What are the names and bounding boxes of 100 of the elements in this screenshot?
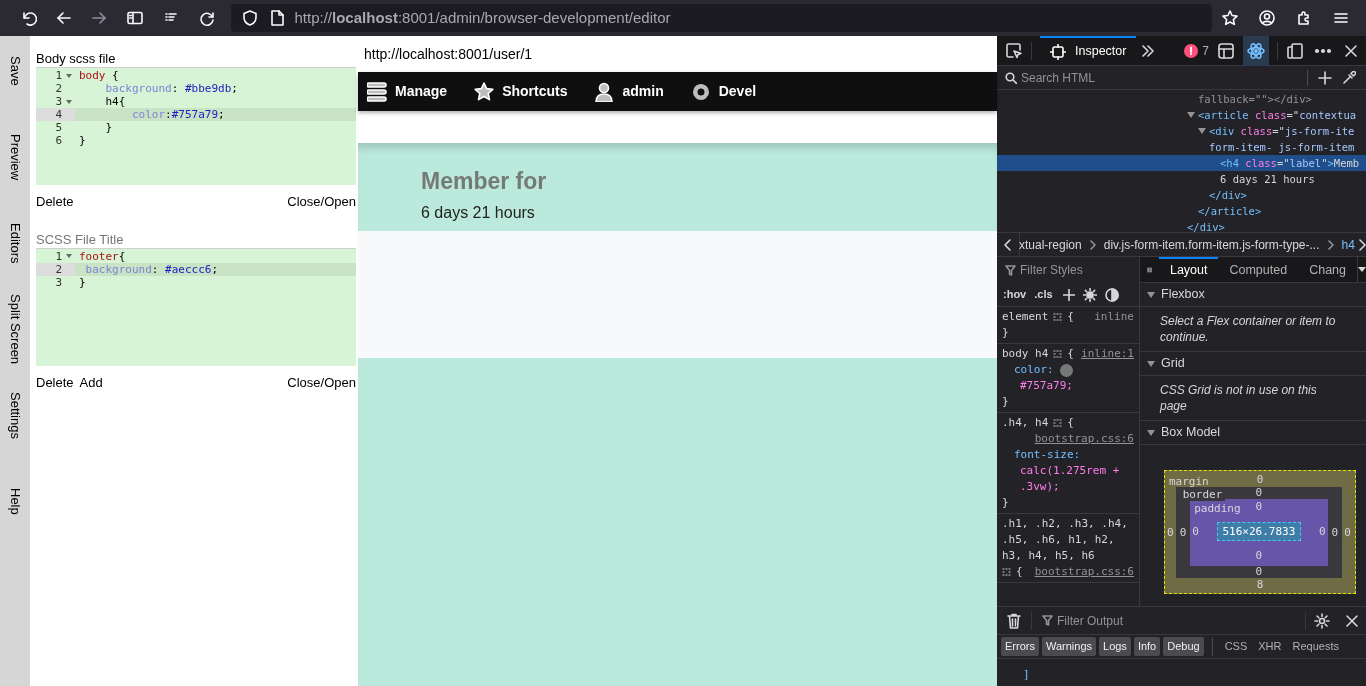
add-rule-icon[interactable] <box>1062 288 1075 301</box>
pseudo-class-toggle[interactable]: .cls <box>1034 286 1053 303</box>
code-editor[interactable]: 1 body { 2 background: #bbe9db; 3 h4{ 4 color:#757a79; 5 } 6 } <box>36 68 356 185</box>
markup-line[interactable]: fallback=""></div> <box>1198 91 1312 107</box>
source-link[interactable]: bootstrap.css:6 <box>1034 431 1134 447</box>
brace: { <box>1067 309 1074 325</box>
action-link[interactable]: Delete <box>36 372 74 392</box>
atom-button[interactable] <box>1243 36 1269 66</box>
toggle-link[interactable]: Close/Open <box>287 192 356 212</box>
side-tab[interactable]: Editors <box>5 222 25 264</box>
side-tab[interactable]: Split Screen <box>5 293 25 365</box>
panel-tab[interactable]: Computed <box>1218 256 1299 283</box>
log-filter-button[interactable]: CSS <box>1220 637 1252 656</box>
log-filter-button[interactable]: Logs <box>1099 637 1131 656</box>
log-filter-button[interactable]: Errors <box>1001 637 1039 656</box>
markup-line[interactable]: </div> <box>1187 219 1225 232</box>
grid-dots-icon[interactable] <box>1053 312 1063 322</box>
toolbar-link[interactable]: admin <box>594 81 664 102</box>
toggle-link[interactable]: Close/Open <box>287 372 356 392</box>
eyedropper-icon[interactable] <box>1342 70 1356 85</box>
css-selector: .h4, h4 <box>1002 415 1049 431</box>
more-tabs-chevron-icon[interactable] <box>1140 43 1157 58</box>
brace: } <box>1002 394 1009 410</box>
code-editor[interactable]: 1 footer{ 2 background: #aeccc6; 3 } <box>36 248 356 366</box>
box-value: 8 <box>1256 579 1264 591</box>
line-number: 1 <box>54 249 62 263</box>
side-tab[interactable]: Save <box>5 56 25 86</box>
html-search-field[interactable]: Search HTML <box>1021 68 1221 87</box>
toolbar-link[interactable]: Shortcuts <box>474 81 568 102</box>
log-filter-button[interactable]: Debug <box>1163 637 1204 656</box>
grid-dots-icon[interactable] <box>1002 567 1011 577</box>
scroll-left-icon[interactable] <box>1003 237 1013 252</box>
filter-icon <box>1042 615 1053 626</box>
caret-icon <box>1358 267 1366 272</box>
grid-dots-icon[interactable] <box>1053 418 1063 428</box>
tabs-dropdown-button[interactable] <box>1357 256 1366 283</box>
dark-theme-icon[interactable] <box>1104 287 1119 302</box>
source-link[interactable]: inline <box>1094 309 1134 325</box>
section-header[interactable]: Grid <box>1140 352 1366 376</box>
breadcrumb[interactable]: h4 <box>1341 235 1355 254</box>
expand-arrow-icon[interactable] <box>1198 128 1206 134</box>
action-link[interactable]: Delete <box>36 192 74 212</box>
box-value: 0 <box>1318 525 1326 538</box>
markup-line[interactable]: </div> <box>1209 187 1247 203</box>
log-filter-button[interactable]: Warnings <box>1041 637 1096 656</box>
color-swatch[interactable] <box>1059 363 1073 377</box>
element-picker-icon[interactable] <box>1005 41 1023 60</box>
title-field[interactable]: Body scss file <box>36 51 356 68</box>
action-link[interactable]: Add <box>79 372 103 392</box>
breadcrumb[interactable]: xtual-region <box>1019 235 1082 254</box>
box-value: 0 <box>1177 526 1189 539</box>
box-value: 0 <box>1255 550 1263 562</box>
bookmark-star-icon <box>1220 9 1239 27</box>
brace: { <box>1016 564 1023 580</box>
close-icon[interactable] <box>1346 614 1358 627</box>
inspector-tab[interactable]: Inspector <box>1040 36 1137 66</box>
grid-dots-icon[interactable] <box>1053 349 1063 359</box>
markup-line[interactable]: form-item- js-form-item <box>1209 139 1355 155</box>
expand-arrow-icon[interactable] <box>1187 112 1195 118</box>
console-filter-field[interactable]: Filter Output <box>1057 611 1237 630</box>
settings-icon[interactable] <box>1314 612 1330 629</box>
scroll-right-icon[interactable] <box>1356 237 1366 252</box>
side-tab[interactable]: Help <box>5 487 25 515</box>
fold-arrow-icon[interactable] <box>65 73 72 78</box>
source-link[interactable]: bootstrap.css:6 <box>1034 564 1134 580</box>
breadcrumb-separator-icon <box>1327 239 1334 250</box>
empty-message: Select a Flex container or item to continue. <box>1160 313 1337 345</box>
source-link[interactable]: inline:1 <box>1081 346 1134 362</box>
log-filter-button[interactable]: Requests <box>1288 637 1343 656</box>
box-label: padding <box>1194 503 1241 515</box>
panel-tab[interactable]: Chang <box>1298 256 1357 283</box>
responsive-icon[interactable] <box>1286 41 1304 60</box>
markup-line[interactable]: <div class="js-form-ite <box>1209 123 1355 139</box>
add-icon[interactable] <box>1318 70 1332 85</box>
preview-address: http://localhost:8001/user/1 <box>358 36 997 72</box>
toolbar-link[interactable]: Devel <box>690 81 757 102</box>
css-selector: body h4 <box>1002 346 1049 362</box>
side-tab[interactable]: Preview <box>5 133 25 181</box>
light-theme-icon[interactable] <box>1082 287 1097 302</box>
fold-arrow-icon[interactable] <box>65 254 72 258</box>
toolbar-link[interactable]: Manage <box>367 81 448 102</box>
section-header[interactable]: Box Model <box>1140 421 1366 445</box>
person-icon <box>594 81 615 102</box>
markup-line[interactable]: <article class="contextua <box>1198 107 1357 123</box>
markup-line[interactable]: </article> <box>1198 203 1262 219</box>
close-icon[interactable] <box>1344 43 1358 58</box>
pseudo-class-toggle[interactable]: :hov <box>1003 286 1027 303</box>
panel-tab[interactable]: Layout <box>1158 256 1219 283</box>
styles-filter-field[interactable]: Filter Styles <box>1020 261 1130 279</box>
layout-icon <box>1217 41 1235 60</box>
log-filter-button[interactable]: Info <box>1133 637 1161 656</box>
side-tab[interactable]: Settings <box>5 391 25 439</box>
address-bar[interactable]: http://localhost:8001/admin/browser-development/editor <box>230 4 1212 32</box>
trash-icon[interactable] <box>1007 612 1021 629</box>
fold-arrow-icon[interactable] <box>65 99 72 104</box>
markup-line[interactable]: 6 days 21 hours <box>1220 171 1315 187</box>
section-header[interactable]: Flexbox <box>1140 283 1366 307</box>
breadcrumb[interactable]: div.js-form-item.form-item.js-form-type-... <box>1103 235 1320 254</box>
log-filter-button[interactable]: XHR <box>1254 637 1286 656</box>
error-count: 7 <box>1202 42 1209 60</box>
